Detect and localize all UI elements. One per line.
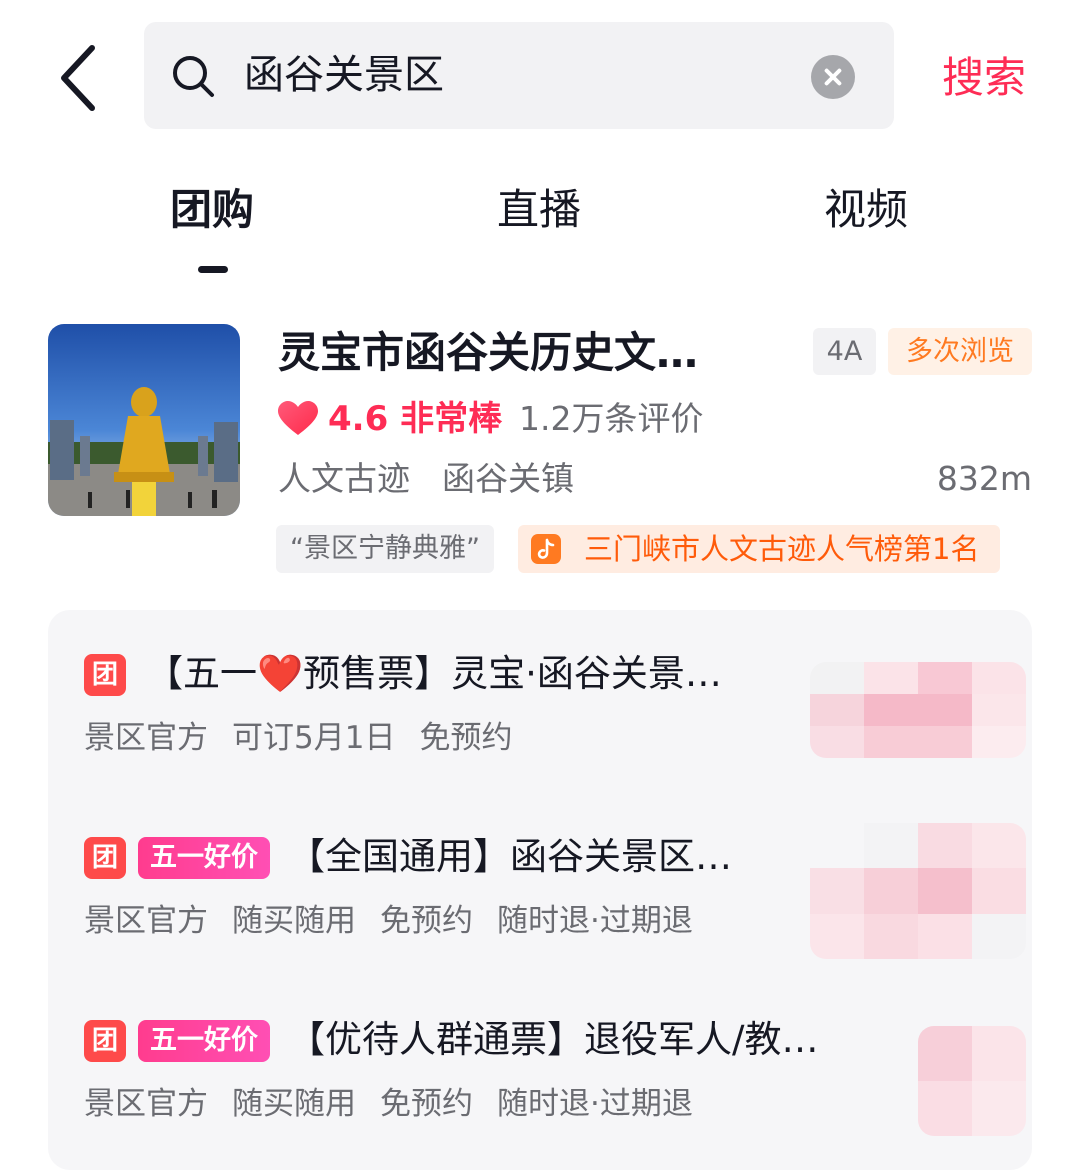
deal-meta-tag: 景区官方	[84, 1086, 208, 1122]
rating-score: 4.6 非常棒	[328, 399, 503, 439]
poi-distance: 832m	[936, 459, 1032, 498]
level-tag: 4A	[813, 328, 876, 375]
poi-title[interactable]: 灵宝市函谷关历史文…	[278, 324, 768, 382]
deal-thumbnail[interactable]	[918, 1026, 1026, 1136]
search-button[interactable]: 搜索	[942, 50, 1026, 106]
deal-meta-tag: 免预约	[380, 903, 473, 939]
tab-indicator	[198, 266, 228, 273]
poi-area: 函谷关镇	[442, 459, 574, 498]
tab-live[interactable]: 直播	[497, 180, 581, 240]
deal-meta-tag: 随时退·过期退	[497, 903, 693, 939]
deal-title[interactable]: 【优待人群通票】退役军人/教…	[288, 1011, 858, 1069]
review-count[interactable]: 1.2万条评价	[519, 396, 703, 442]
group-buy-icon: 团	[84, 837, 126, 879]
quote-chip: “景区宁静典雅”	[276, 525, 494, 573]
back-arrow-icon[interactable]	[52, 40, 112, 116]
group-buy-icon: 团	[84, 654, 126, 696]
promo-badge: 五一好价	[138, 837, 270, 879]
deal-item[interactable]: 团 五一好价 【优待人群通票】退役军人/教… 景区官方 随买随用 免预约 随时退·过期…	[48, 976, 1032, 1136]
search-box[interactable]: 函谷关景区	[144, 22, 894, 129]
rank-chip[interactable]: 三门峡市人文古迹人气榜第1名	[518, 525, 1000, 573]
heart-icon	[278, 401, 318, 435]
clear-icon[interactable]	[811, 55, 855, 99]
deals-panel: 团 【五一❤️预售票】灵宝·函谷关景… 景区官方 可订5月1日 免预约 团 五一好价…	[48, 610, 1032, 1170]
search-input[interactable]: 函谷关景区	[244, 49, 444, 101]
deal-meta-tag: 随时退·过期退	[497, 1086, 693, 1122]
deal-meta: 景区官方 可订5月1日 免预约	[84, 716, 536, 760]
tab-group-buy[interactable]: 团购	[170, 180, 254, 240]
deal-meta-tag: 随买随用	[232, 903, 356, 939]
deal-thumbnail[interactable]	[810, 823, 1026, 959]
search-icon	[173, 56, 214, 97]
visit-tag: 多次浏览	[888, 328, 1032, 375]
rank-text: 三门峡市人文古迹人气榜第1名	[584, 532, 980, 566]
deal-thumbnail[interactable]	[810, 662, 1026, 758]
poi-category: 人文古迹	[278, 459, 410, 498]
deal-title[interactable]: 【五一❤️预售票】灵宝·函谷关景…	[146, 645, 756, 703]
poi-category-line: 人文古迹 函谷关镇	[278, 456, 574, 502]
promo-badge: 五一好价	[138, 1020, 270, 1062]
poi-thumbnail[interactable]	[48, 324, 240, 516]
group-buy-icon: 团	[84, 1020, 126, 1062]
deal-title[interactable]: 【全国通用】函谷关景区…	[288, 828, 758, 886]
deal-meta-tag: 随买随用	[232, 1086, 356, 1122]
deal-meta-tag: 可订5月1日	[232, 720, 396, 756]
tab-video[interactable]: 视频	[824, 180, 908, 240]
deal-item[interactable]: 团 【五一❤️预售票】灵宝·函谷关景… 景区官方 可订5月1日 免预约	[48, 610, 1032, 770]
deal-meta: 景区官方 随买随用 免预约 随时退·过期退	[84, 899, 717, 943]
deal-meta-tag: 景区官方	[84, 903, 208, 939]
deal-meta-tag: 免预约	[419, 720, 513, 756]
deal-meta: 景区官方 随买随用 免预约 随时退·过期退	[84, 1082, 717, 1126]
douyin-icon	[531, 534, 561, 564]
deal-meta-tag: 景区官方	[84, 720, 208, 756]
deal-item[interactable]: 团 五一好价 【全国通用】函谷关景区… 景区官方 随买随用 免预约 随时退·过期退	[48, 793, 1032, 959]
deal-meta-tag: 免预约	[380, 1086, 473, 1122]
